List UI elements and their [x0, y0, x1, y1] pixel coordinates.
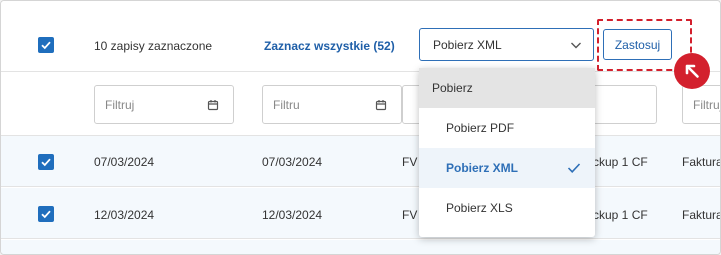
cell-col4: ckup 1 CF: [593, 155, 648, 169]
filter-date-1-input[interactable]: Filtruj: [94, 85, 234, 124]
dropdown-option-xls[interactable]: Pobierz XLS: [419, 188, 595, 228]
calendar-icon: [207, 100, 219, 111]
cell-date-2: 07/03/2024: [262, 155, 323, 169]
cell-col3: FV: [402, 155, 418, 169]
apply-button[interactable]: Zastosuj: [603, 29, 672, 60]
checkmark-icon: [41, 41, 51, 50]
selected-count-text: 10 zapisy zaznaczone: [94, 39, 213, 53]
data-table-panel: 10 zapisy zaznaczone Zaznacz wszystkie (…: [0, 0, 721, 255]
filter-placeholder: Filtruj: [693, 97, 721, 112]
table-row[interactable]: [1, 240, 720, 254]
dropdown-option-label: Pobierz XML: [446, 161, 519, 175]
checkmark-icon: [41, 210, 51, 219]
dropdown-option-label: Pobierz PDF: [446, 121, 515, 135]
checkmark-icon: [41, 158, 51, 167]
select-all-link[interactable]: Zaznacz wszystkie (52): [264, 39, 395, 53]
row-checkbox[interactable]: [38, 154, 54, 170]
action-select[interactable]: Pobierz XML: [419, 28, 594, 61]
filter-col5-input[interactable]: Filtruj: [682, 85, 721, 124]
dropdown-option-label: Pobierz XLS: [446, 201, 513, 215]
action-select-value: Pobierz XML: [433, 37, 502, 52]
cell-col4: ckup 1 CF: [593, 208, 648, 222]
action-dropdown-menu: Pobierz Pobierz PDF Pobierz XML Pobierz …: [419, 68, 595, 237]
calendar-icon: [375, 100, 387, 111]
cell-col5: Faktura: [682, 208, 721, 222]
dropdown-option-pdf[interactable]: Pobierz PDF: [419, 108, 595, 148]
cell-date-1: 12/03/2024: [94, 208, 155, 222]
filter-date-2-input[interactable]: Filtru: [262, 85, 402, 124]
table-row[interactable]: 07/03/2024 07/03/2024 FV ckup 1 CF Faktu…: [1, 136, 721, 187]
selected-check-icon: [567, 163, 581, 173]
cell-date-1: 07/03/2024: [94, 155, 155, 169]
chevron-down-icon: [571, 42, 581, 49]
cell-col5: Faktura: [682, 155, 721, 169]
arrow-indicator-icon: [674, 53, 710, 89]
select-all-checkbox[interactable]: [38, 37, 54, 53]
cell-date-2: 12/03/2024: [262, 208, 323, 222]
row-checkbox[interactable]: [38, 206, 54, 222]
dropdown-option-xml[interactable]: Pobierz XML: [419, 148, 595, 188]
dropdown-group-header: Pobierz: [419, 68, 595, 108]
bulk-actions-toolbar: 10 zapisy zaznaczone Zaznacz wszystkie (…: [1, 1, 720, 72]
filter-placeholder: Filtruj: [105, 97, 135, 112]
cell-col3: FV: [402, 208, 418, 222]
table-row[interactable]: 12/03/2024 12/03/2024 FV ckup 1 CF Faktu…: [1, 188, 721, 239]
filter-col4-input[interactable]: [591, 85, 657, 124]
filter-placeholder: Filtru: [273, 97, 300, 112]
